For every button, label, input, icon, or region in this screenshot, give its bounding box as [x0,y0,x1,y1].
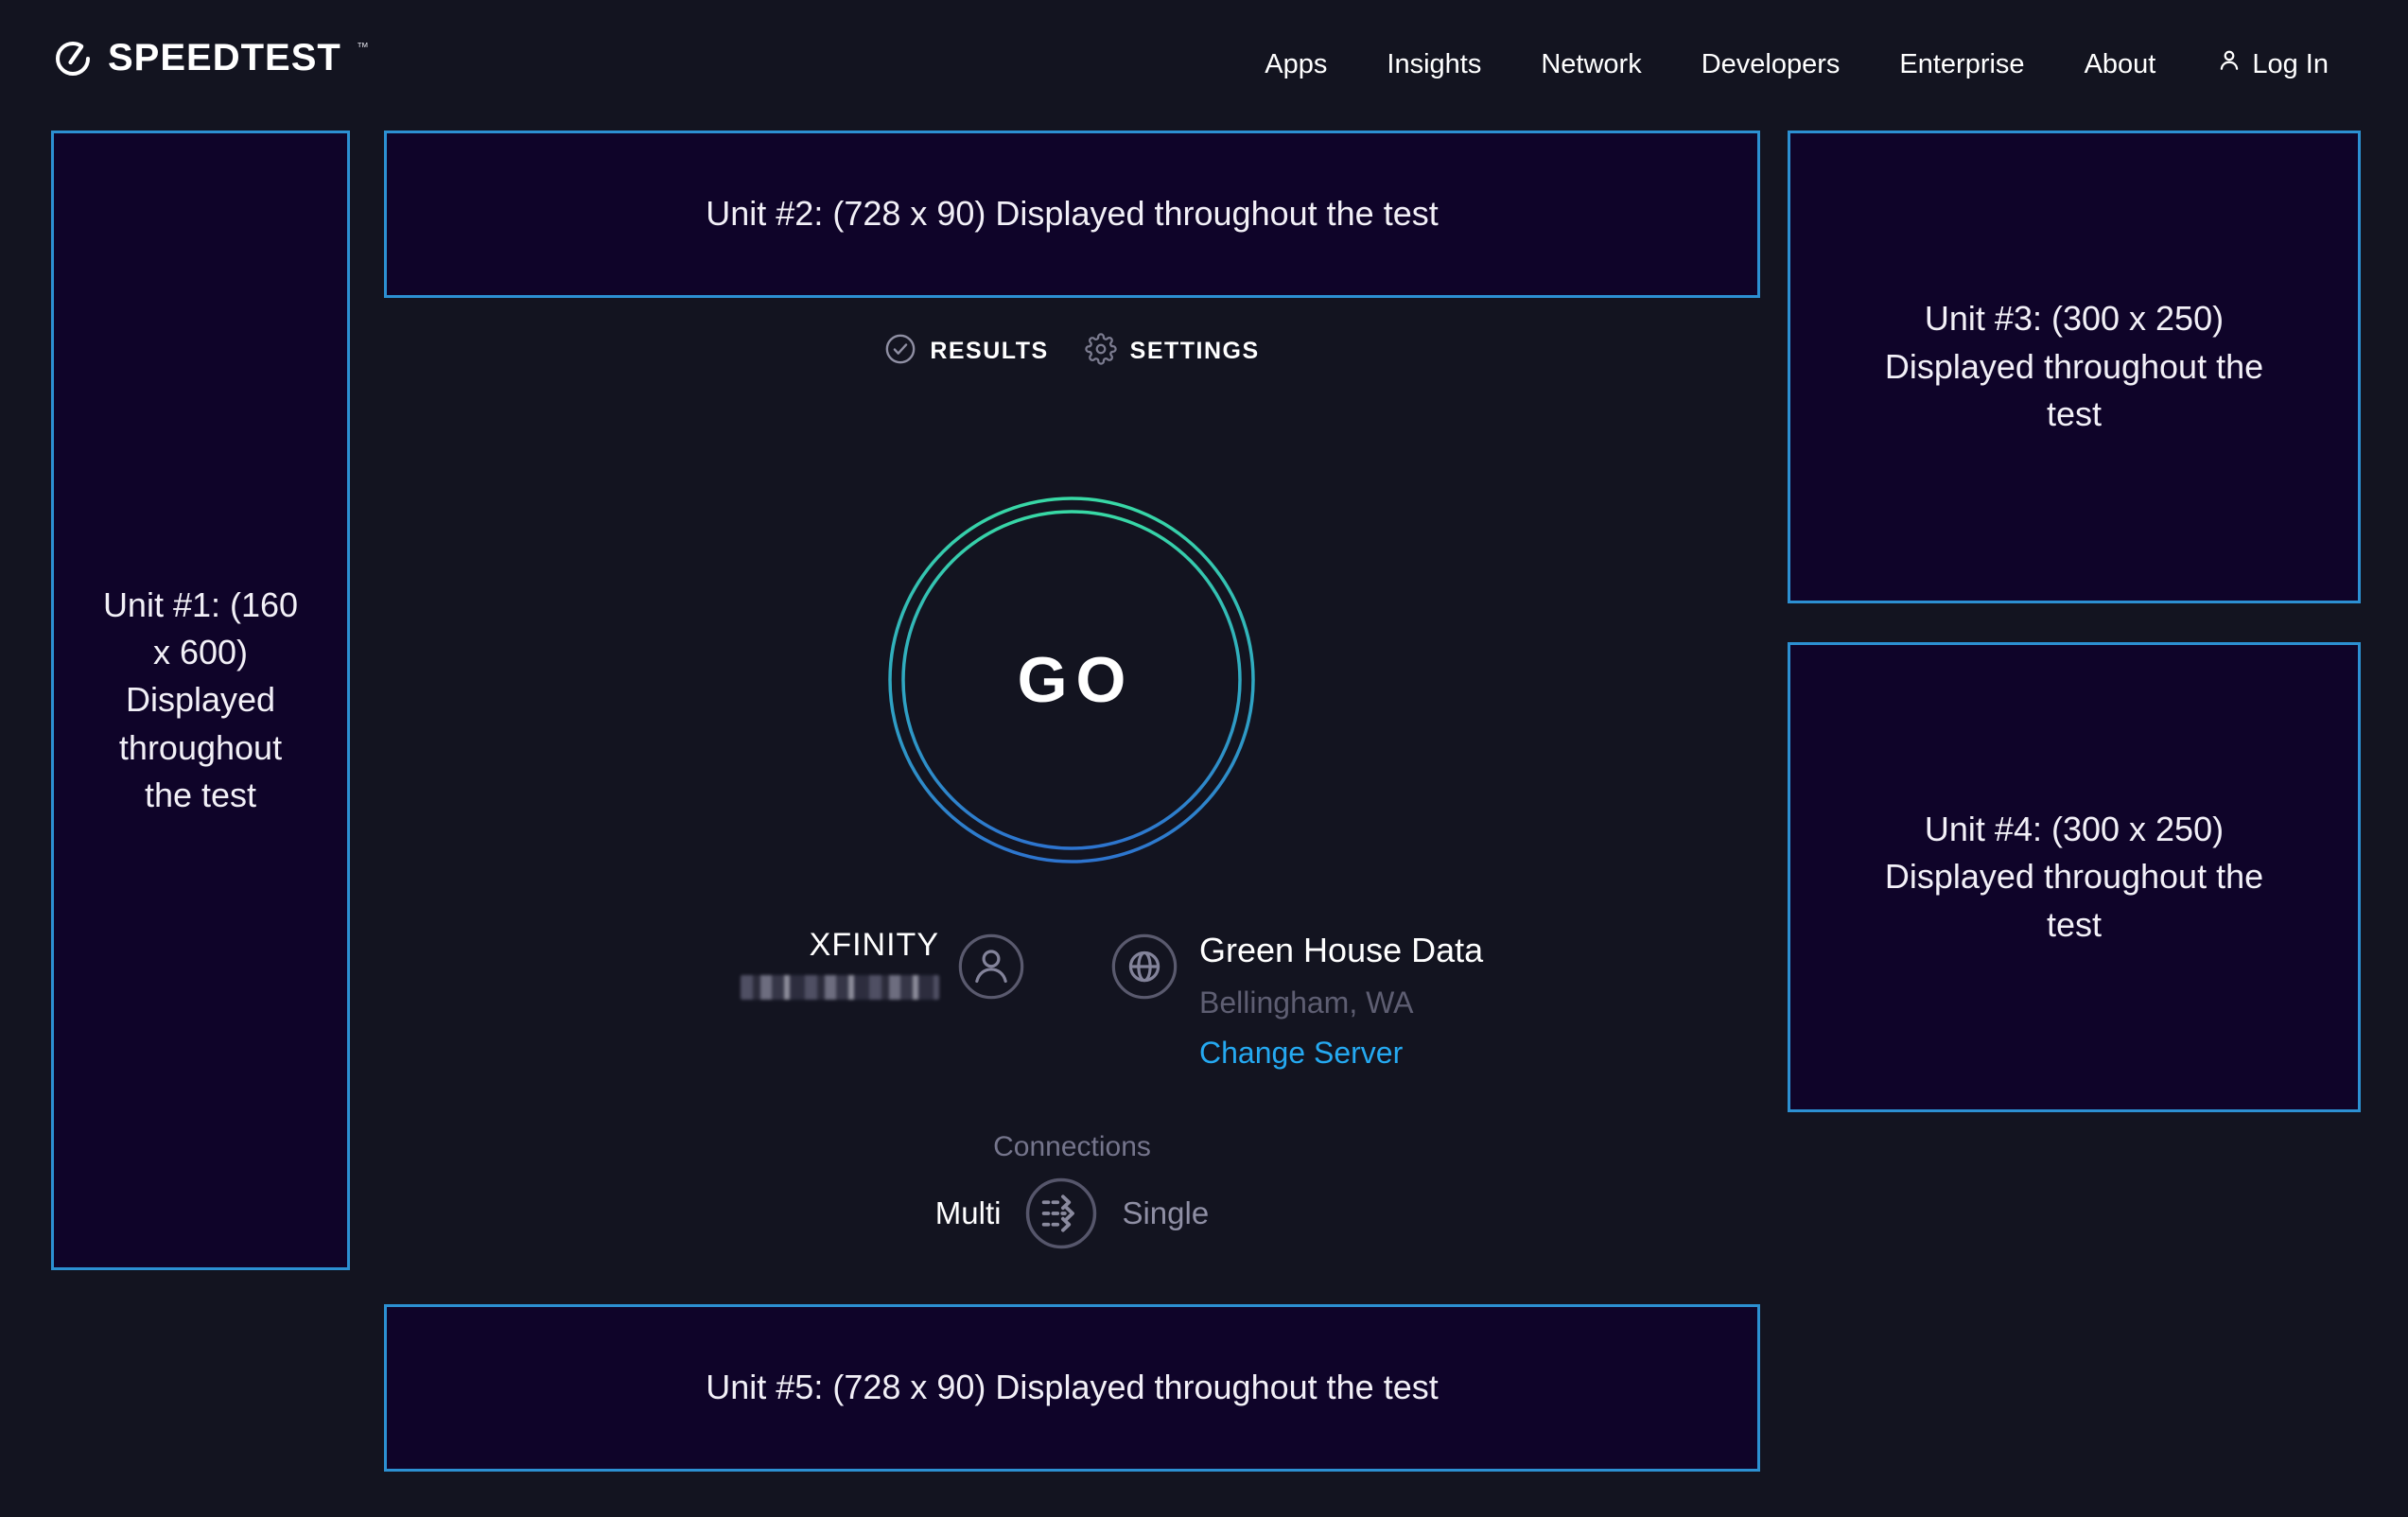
ad-unit-4-text: Unit #4: (300 x 250) Displayed throughou… [1871,806,2277,949]
person-circle-icon [958,933,1024,1000]
nav-item-apps[interactable]: Apps [1265,49,1327,80]
speedtest-logo[interactable]: SPEEDTEST ™ [51,36,369,79]
ad-unit-5[interactable]: Unit #5: (728 x 90) Displayed throughout… [384,1304,1760,1472]
go-button-label: GO [887,496,1256,864]
gear-icon [1085,333,1117,370]
isp-block: XFINITY [741,927,939,1000]
change-server-link[interactable]: Change Server [1199,1036,1483,1071]
nav-item-enterprise[interactable]: Enterprise [1899,49,2024,80]
tab-results-label: RESULTS [930,338,1048,365]
user-icon [2215,46,2243,82]
server-name: Green House Data [1199,931,1483,970]
ad-unit-3[interactable]: Unit #3: (300 x 250) Displayed throughou… [1788,131,2361,603]
redacted-ip-address [741,975,939,1000]
ad-unit-2[interactable]: Unit #2: (728 x 90) Displayed throughout… [384,131,1760,298]
speedtest-page: { "header": { "brand": "SPEEDTEST", "tra… [0,0,2408,1517]
nav-item-developers[interactable]: Developers [1701,49,1841,80]
go-button[interactable]: GO [887,496,1256,864]
check-circle-icon [884,333,916,370]
ad-unit-3-text: Unit #3: (300 x 250) Displayed throughou… [1871,295,2277,438]
main-nav: Apps Insights Network Developers Enterpr… [1265,0,2329,129]
server-location: Bellingham, WA [1199,985,1483,1020]
globe-circle-icon [1111,933,1178,1000]
connections-label: Connections [384,1131,1760,1163]
tab-settings-label: SETTINGS [1130,338,1260,365]
login-label: Log In [2252,49,2329,80]
connections-toggle-icon[interactable] [1025,1177,1097,1249]
nav-item-insights[interactable]: Insights [1387,49,1481,80]
ad-unit-2-text: Unit #2: (728 x 90) Displayed throughout… [706,190,1438,237]
header: SPEEDTEST ™ Apps Insights Network Develo… [0,0,2408,129]
ad-unit-1-text: Unit #1: (160 x 600) Displayed throughou… [100,582,301,820]
ad-unit-5-text: Unit #5: (728 x 90) Displayed throughout… [706,1364,1438,1411]
gauge-icon [51,36,95,79]
trademark-mark: ™ [357,40,369,54]
connections-row: Multi Single [384,1177,1760,1249]
brand-wordmark: SPEEDTEST [108,37,341,79]
ad-unit-4[interactable]: Unit #4: (300 x 250) Displayed throughou… [1788,642,2361,1112]
connections-multi-option[interactable]: Multi [935,1195,1002,1231]
nav-item-about[interactable]: About [2085,49,2156,80]
isp-name: XFINITY [810,927,939,964]
ad-unit-1[interactable]: Unit #1: (160 x 600) Displayed throughou… [51,131,350,1270]
tab-settings[interactable]: SETTINGS [1085,333,1260,370]
tab-results[interactable]: RESULTS [884,333,1048,370]
nav-item-network[interactable]: Network [1541,49,1641,80]
server-block: Green House Data Bellingham, WA Change S… [1199,931,1483,1071]
connections-single-option[interactable]: Single [1122,1195,1209,1231]
login-button[interactable]: Log In [2215,46,2329,82]
tabs-row: RESULTS SETTINGS [384,333,1760,370]
